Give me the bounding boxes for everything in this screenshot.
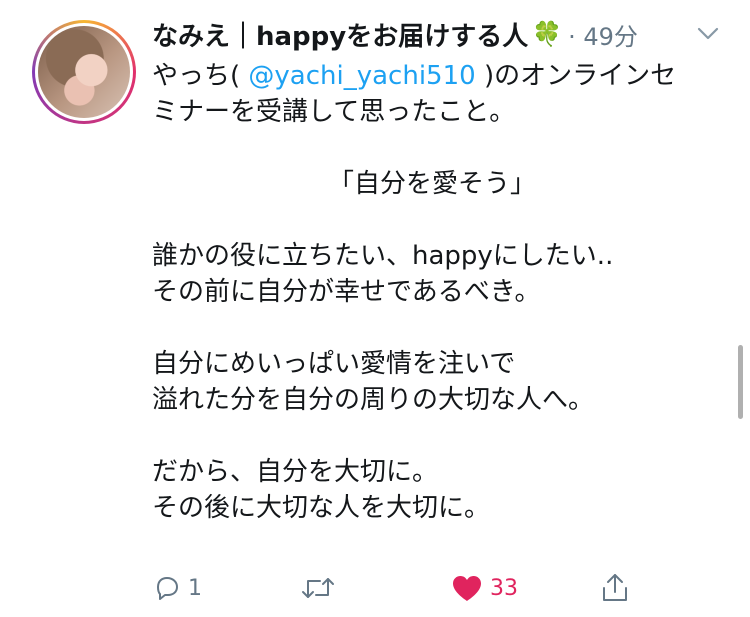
- tweet-actions: 1 33: [0, 568, 750, 608]
- scrollbar[interactable]: [738, 345, 743, 419]
- reply-icon: [157, 577, 178, 600]
- reply-count: 1: [188, 575, 202, 601]
- mention-link[interactable]: @yachi_yachi510: [248, 61, 475, 91]
- clover-emoji: 🍀: [532, 20, 563, 48]
- tweet-menu-button[interactable]: [693, 22, 723, 46]
- tweet-time[interactable]: · 49分: [568, 17, 638, 52]
- avatar-frame: [35, 23, 133, 121]
- author-name[interactable]: なみえ｜happyをお届けする人: [152, 16, 528, 53]
- tweet-line-6: 溢れた分を自分の周りの大切な人へ。: [152, 385, 595, 415]
- tweet-line-5: 自分にめいっぱい愛情を注いで: [152, 349, 516, 379]
- tweet-body: やっち( @yachi_yachi510 )のオンラインセ ミナーを受講して思っ…: [152, 58, 712, 526]
- share-icon: [603, 574, 627, 601]
- tweet-header: なみえ｜happyをお届けする人 🍀 · 49分: [152, 14, 638, 54]
- tweet-text: )のオンラインセ: [475, 61, 677, 91]
- heart-icon: [453, 576, 481, 601]
- tweet-line-3: 誰かの役に立ちたい、happyにしたい..: [152, 241, 614, 271]
- avatar[interactable]: [32, 20, 136, 124]
- tweet-line-7: だから、自分を大切に。: [152, 457, 439, 487]
- like-button[interactable]: 33: [450, 568, 518, 608]
- tweet-line-2: ミナーを受講して思ったこと。: [152, 97, 516, 127]
- reply-button[interactable]: 1: [152, 568, 202, 608]
- tweet-line-4: その前に自分が幸せであるべき。: [152, 277, 541, 307]
- tweet-text: やっち(: [152, 61, 249, 91]
- share-button[interactable]: [600, 568, 630, 608]
- like-count: 33: [490, 575, 518, 601]
- chevron-down-icon: [697, 27, 719, 40]
- tweet-line-1: やっち( @yachi_yachi510 )のオンラインセ: [152, 58, 712, 94]
- retweet-button[interactable]: [300, 568, 342, 608]
- avatar-photo: [38, 26, 130, 118]
- tweet-line-8: その後に大切な人を大切に。: [152, 493, 491, 523]
- tweet-quote: 「自分を愛そう」: [327, 169, 536, 199]
- retweet-icon: [302, 578, 334, 598]
